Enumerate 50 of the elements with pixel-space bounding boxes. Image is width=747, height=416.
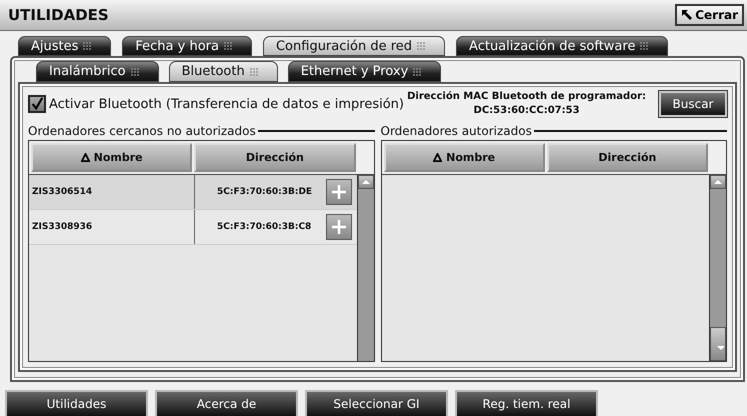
mac-address: DC:53:60:CC:07:53	[474, 104, 580, 118]
nav-button[interactable]: Reg. tiem. real	[455, 390, 598, 416]
tab[interactable]: Inalámbrico	[36, 61, 159, 82]
tab[interactable]: Ajustes	[18, 36, 112, 56]
tab[interactable]: Bluetooth	[168, 61, 278, 82]
column-header[interactable]: Nombre	[31, 143, 192, 172]
device-name: ZIS3306514	[29, 175, 195, 209]
grip-icon	[416, 41, 426, 51]
tab[interactable]: Ethernet y Proxy	[288, 61, 442, 82]
group-title: Ordenadores autorizados	[380, 124, 532, 138]
table-row[interactable]: ZIS3308936 5C:F3:70:60:3B:C8	[29, 210, 356, 245]
plus-icon	[330, 184, 346, 200]
group-title: Ordenadores cercanos no autorizados	[28, 124, 256, 138]
nav-button[interactable]: Acerca de	[155, 390, 298, 416]
tab[interactable]: Configuración de red	[262, 36, 446, 56]
checkbox[interactable]	[28, 95, 46, 113]
caret-up-icon	[714, 180, 722, 184]
mac-label: Dirección MAC Bluetooth de programador:	[407, 90, 646, 104]
column-header[interactable]: Dirección	[546, 143, 708, 172]
window-title: UTILIDADES	[8, 6, 109, 24]
grip-icon	[639, 41, 650, 51]
caret-up-icon	[362, 180, 370, 184]
search-button[interactable]: Buscar	[659, 91, 727, 117]
scroll-up-button[interactable]	[710, 175, 726, 189]
scrollbar[interactable]	[356, 175, 374, 361]
scroll-up-button[interactable]	[358, 175, 374, 189]
grip-icon	[82, 41, 92, 51]
table-row[interactable]: ZIS3306514 5C:F3:70:60:3B:DE	[29, 175, 356, 210]
device-address: 5C:F3:70:60:3B:DE	[216, 187, 314, 197]
tab[interactable]: Actualización de software	[456, 36, 668, 56]
tab[interactable]: Fecha y hora	[122, 36, 252, 56]
add-button[interactable]	[326, 179, 352, 205]
arrow-icon	[681, 9, 694, 21]
close-button[interactable]: Cerrar	[675, 4, 744, 26]
grip-icon	[248, 66, 259, 76]
checkbox-label: Activar Bluetooth (Transferencia de datos e impresión)	[49, 96, 404, 112]
grip-icon	[412, 66, 422, 76]
column-header[interactable]: Dirección	[194, 143, 356, 172]
device-address: 5C:F3:70:60:3B:C8	[216, 222, 312, 232]
grip-icon	[130, 66, 140, 76]
add-button[interactable]	[326, 214, 352, 240]
plus-icon	[330, 219, 346, 235]
nav-button[interactable]: Seleccionar GI	[305, 390, 448, 416]
device-name: ZIS3308936	[29, 210, 195, 244]
scroll-down-button[interactable]	[710, 327, 726, 361]
caret-down-icon	[716, 346, 724, 350]
column-header[interactable]: Nombre	[384, 143, 545, 172]
scrollbar[interactable]	[709, 175, 726, 361]
grip-icon	[222, 41, 233, 51]
nav-button[interactable]: Utilidades	[5, 390, 148, 416]
